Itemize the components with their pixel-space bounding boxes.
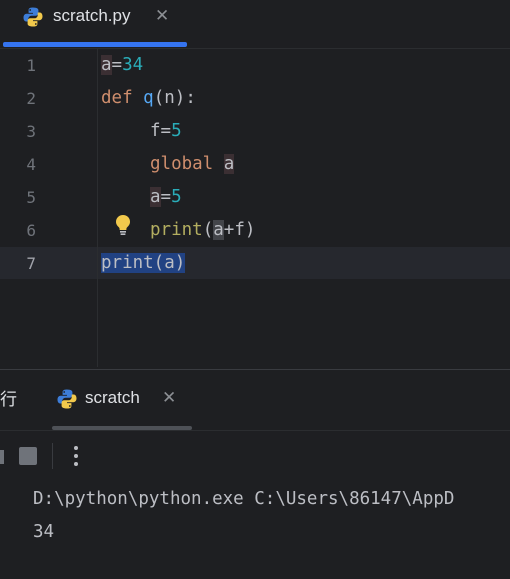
more-options-icon[interactable] [68,444,84,468]
code-token: global [150,154,214,174]
code-token: ): [174,88,196,108]
code-line-3[interactable]: f=5 [150,115,182,148]
code-line-7[interactable]: print(a) [101,247,186,280]
code-token: a [213,220,224,240]
code-token: ( [153,88,165,108]
run-panel-title: 行 [0,390,17,410]
line-number: 6 [26,221,36,240]
code-line-4[interactable]: global a [150,148,235,181]
code-token: a [101,55,112,75]
selected-text: print(a) [101,253,186,273]
code-token: print [150,220,203,240]
rerun-icon[interactable] [0,450,4,464]
code-token: q [143,88,154,108]
line-number: 1 [26,56,36,75]
active-tab-indicator [3,42,187,47]
code-token: ( [202,220,214,240]
line-number: 7 [26,254,36,273]
code-token: f [150,121,161,141]
code-token: = [111,55,123,75]
code-token: n [164,88,175,108]
console-line: D:\python\python.exe C:\Users\86147\AppD [33,489,455,509]
gutter-separator [97,49,98,367]
line-number: 5 [26,188,36,207]
code-token: +f) [223,220,256,240]
code-token: 5 [171,121,182,141]
code-token: = [160,187,172,207]
console-line: 34 [33,522,55,542]
tab-label: scratch.py [53,6,131,25]
run-tab-label: scratch [85,388,140,407]
code-editor[interactable] [0,49,510,367]
python-icon [23,7,43,27]
code-token: 5 [171,187,182,207]
current-line-highlight [0,247,510,279]
stop-button[interactable] [19,447,37,465]
code-token: a [223,154,235,174]
code-line-6[interactable]: print(a+f) [150,214,255,247]
code-token: def [101,88,133,108]
close-icon[interactable]: ✕ [155,6,169,26]
code-line-2[interactable]: def q(n): [101,82,196,115]
code-token: = [160,121,172,141]
lightbulb-icon[interactable] [113,213,133,237]
line-number: 4 [26,155,36,174]
code-line-5[interactable]: a=5 [150,181,182,214]
code-line-1[interactable]: a=34 [101,49,143,82]
toolbar-separator [52,443,53,469]
code-token: a [150,187,161,207]
close-icon[interactable]: ✕ [162,388,176,408]
line-number: 3 [26,122,36,141]
line-number: 2 [26,89,36,108]
python-icon [57,389,77,409]
tab-scratch-py[interactable]: scratch.py ✕ [0,0,188,48]
code-token: 34 [122,55,144,75]
